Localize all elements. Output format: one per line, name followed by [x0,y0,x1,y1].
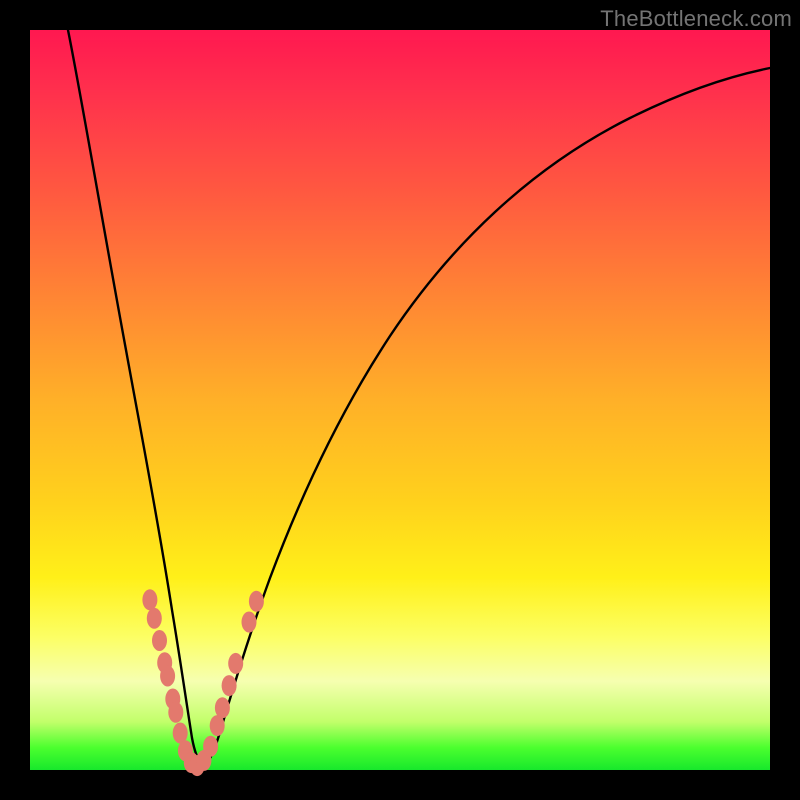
curve-marker [242,612,257,633]
curve-marker [142,589,157,610]
curve-marker [228,653,243,674]
curve-marker [168,702,183,723]
curve-markers [142,589,264,776]
chart-stage: TheBottleneck.com [0,0,800,800]
bottleneck-curve [68,30,770,765]
curve-marker [203,736,218,757]
curve-marker [215,697,230,718]
curve-marker [249,591,264,612]
curve-marker [222,675,237,696]
curve-marker [160,666,175,687]
watermark-text: TheBottleneck.com [600,6,792,32]
plot-area [30,30,770,770]
curve-layer [30,30,770,770]
curve-marker [147,608,162,629]
curve-marker [152,630,167,651]
